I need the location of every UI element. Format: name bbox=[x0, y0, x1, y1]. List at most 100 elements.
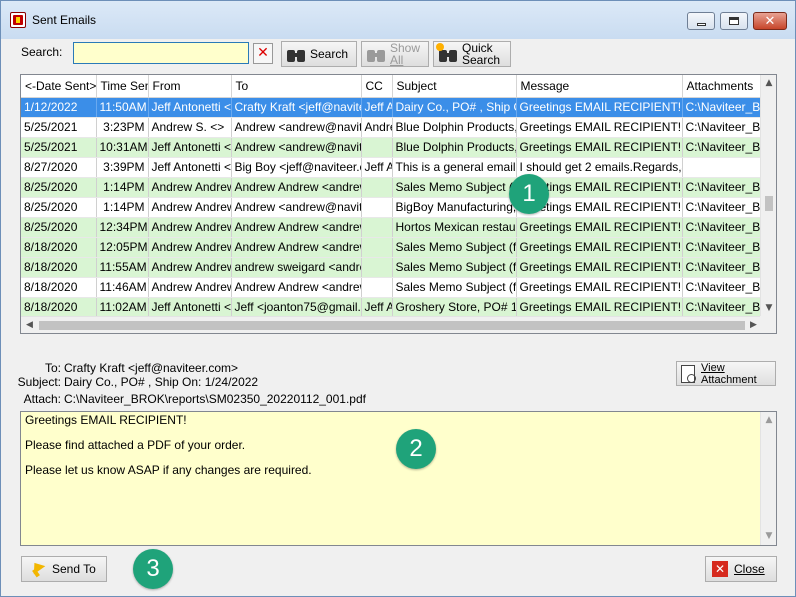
column-header[interactable]: <-Date Sent> bbox=[21, 75, 97, 98]
table-cell: 3:39PM bbox=[96, 157, 149, 178]
table-cell: Greetings EMAIL RECIPIENT!Please bbox=[516, 117, 683, 138]
table-cell: Andrew Andrew <andrew@ bbox=[231, 177, 362, 198]
table-cell: Andre bbox=[361, 117, 393, 138]
scroll-down-icon[interactable]: ▼ bbox=[761, 300, 776, 317]
table-cell: This is a general email bbox=[392, 157, 517, 178]
show-all-label: Show All bbox=[390, 41, 421, 67]
table-cell: Greetings EMAIL RECIPIENT!Please bbox=[516, 237, 683, 258]
column-header[interactable]: Attachments bbox=[682, 75, 764, 98]
table-cell: Greetings EMAIL RECIPIENT!Please bbox=[516, 97, 683, 118]
table-cell: Jeff Antonetti <su bbox=[148, 157, 232, 178]
table-row[interactable]: 1/12/2022 11:50AM Jeff Antonetti <> Crafty … bbox=[21, 97, 764, 118]
subject-label: Subject: bbox=[17, 375, 61, 389]
send-to-button[interactable]: Send To bbox=[21, 556, 107, 582]
window-close-button[interactable]: ✕ bbox=[753, 12, 787, 30]
close-x-icon: ✕ bbox=[712, 561, 728, 577]
table-cell: Greetings EMAIL RECIPIENT!Please bbox=[516, 257, 683, 278]
table-cell: Andrew Andrew < bbox=[148, 237, 232, 258]
table-cell: Crafty Kraft <jeff@naviteer.com> bbox=[231, 97, 362, 118]
table-cell: 8/25/2020 bbox=[21, 217, 97, 238]
column-header[interactable]: Time Sent bbox=[96, 75, 149, 98]
scroll-corner bbox=[760, 316, 776, 333]
view-attachment-button[interactable]: View Attachment bbox=[676, 361, 776, 386]
quick-search-label: Quick Search bbox=[462, 41, 501, 67]
sent-emails-grid[interactable]: <-Date Sent>Time SentFromToCCSubjectMess… bbox=[20, 74, 777, 334]
table-cell: Greetings EMAIL RECIPIENT!Please bbox=[516, 277, 683, 298]
table-cell: C:\Naviteer_BROK bbox=[682, 197, 764, 218]
table-cell: 8/25/2020 bbox=[21, 197, 97, 218]
send-to-label: Send To bbox=[52, 562, 96, 576]
to-value: Crafty Kraft <jeff@naviteer.com> bbox=[64, 361, 239, 375]
table-cell: Jeff A bbox=[361, 97, 393, 118]
scroll-down-icon[interactable]: ▼ bbox=[761, 528, 777, 545]
table-cell: Andrew Andrew <andrew@ bbox=[231, 237, 362, 258]
grid-vscroll-thumb[interactable] bbox=[765, 196, 773, 211]
table-cell bbox=[361, 237, 393, 258]
table-cell: 8/18/2020 bbox=[21, 257, 97, 278]
maximize-icon bbox=[729, 17, 739, 25]
scroll-left-icon[interactable]: ◀ bbox=[21, 317, 38, 333]
column-header[interactable]: To bbox=[231, 75, 362, 98]
attach-value: C:\Naviteer_BROK\reports\SM02350_2022011… bbox=[64, 392, 366, 406]
grid-hscroll-thumb[interactable] bbox=[39, 321, 745, 330]
message-body[interactable]: Greetings EMAIL RECIPIENT! Please find a… bbox=[20, 411, 777, 546]
message-line: Please let us know ASAP if any changes a… bbox=[25, 463, 312, 477]
search-input[interactable] bbox=[73, 42, 249, 64]
table-cell: 11:02AM bbox=[96, 297, 149, 318]
column-header[interactable]: Subject bbox=[392, 75, 517, 98]
callout-3: 3 bbox=[133, 549, 173, 589]
table-cell: Blue Dolphin Products, PO# bbox=[392, 137, 517, 158]
table-cell bbox=[361, 197, 393, 218]
quick-search-button[interactable]: Quick Search bbox=[433, 41, 511, 67]
table-cell: Andrew <andrew@naviteer.com> bbox=[231, 117, 362, 138]
table-cell: Andrew Andrew < bbox=[148, 257, 232, 278]
table-cell: Jeff Antonetti <su bbox=[148, 297, 232, 318]
binoculars-icon bbox=[286, 45, 306, 63]
table-cell: C:\Naviteer_BROK bbox=[682, 257, 764, 278]
table-row[interactable]: 5/25/2021 10:31AM Jeff Antonetti <> Andrew … bbox=[21, 137, 764, 158]
table-cell: Andrew S. <> bbox=[148, 117, 232, 138]
table-cell: 5/25/2021 bbox=[21, 137, 97, 158]
table-cell: 1:14PM bbox=[96, 177, 149, 198]
table-cell: Jeff A bbox=[361, 297, 393, 318]
close-button[interactable]: ✕ Close bbox=[705, 556, 777, 582]
maximize-button[interactable] bbox=[720, 12, 748, 30]
table-cell: 11:55AM bbox=[96, 257, 149, 278]
table-cell bbox=[361, 137, 393, 158]
table-row[interactable]: 8/25/202012:34PMAndrew Andrew <Andrew An… bbox=[21, 217, 764, 238]
grid-horizontal-scrollbar[interactable]: ◀ ▶ bbox=[21, 316, 762, 333]
table-cell: Greetings EMAIL RECIPIENT!Please bbox=[516, 217, 683, 238]
window-title: Sent Emails bbox=[32, 13, 97, 27]
table-row[interactable]: 5/25/2021 3:23PM Andrew S. <> Andrew <andre… bbox=[21, 117, 764, 138]
table-cell: Blue Dolphin Products, PO# bbox=[392, 117, 517, 138]
column-header[interactable]: From bbox=[148, 75, 232, 98]
scroll-up-icon[interactable]: ▲ bbox=[761, 75, 776, 92]
table-row[interactable]: 8/25/20201:14PMAndrew Andrew <Andrew <an… bbox=[21, 197, 764, 218]
clear-search-button[interactable]: ✕ bbox=[253, 43, 273, 64]
table-cell: C:\Naviteer_BROK bbox=[682, 137, 764, 158]
binoculars-spark-icon bbox=[436, 43, 458, 63]
message-scrollbar[interactable]: ▲ ▼ bbox=[760, 412, 776, 545]
table-cell: C:\Naviteer_BROK bbox=[682, 297, 764, 318]
table-cell: Andrew Andrew < bbox=[148, 197, 232, 218]
table-cell: Groshery Store, PO# 126 bbox=[392, 297, 517, 318]
table-cell: Sales Memo Subject (from bbox=[392, 257, 517, 278]
table-row[interactable]: 8/18/202011:02AMJeff Antonetti <suJeff <… bbox=[21, 297, 764, 318]
table-cell: Dairy Co., PO# , Ship On: 1/24/2022 bbox=[392, 97, 517, 118]
search-button[interactable]: Search bbox=[281, 41, 357, 67]
show-all-button[interactable]: Show All bbox=[361, 41, 429, 67]
table-row[interactable]: 8/27/20203:39PMJeff Antonetti <suBig Boy… bbox=[21, 157, 764, 178]
grid-vertical-scrollbar[interactable]: ▲ ▼ bbox=[760, 75, 776, 317]
table-row[interactable]: 8/18/202011:55AMAndrew Andrew <andrew sw… bbox=[21, 257, 764, 278]
table-row[interactable]: 8/18/202011:46AMAndrew Andrew <Andrew An… bbox=[21, 277, 764, 298]
column-header[interactable]: Message bbox=[516, 75, 683, 98]
table-row[interactable]: 8/18/202012:05PMAndrew Andrew <Andrew An… bbox=[21, 237, 764, 258]
table-row[interactable]: 8/25/20201:14PMAndrew Andrew <Andrew And… bbox=[21, 177, 764, 198]
minimize-button[interactable] bbox=[687, 12, 715, 30]
scroll-up-icon[interactable]: ▲ bbox=[761, 412, 777, 429]
table-cell: Greetings EMAIL RECIPIENT!Please bbox=[516, 297, 683, 318]
callout-2: 2 bbox=[396, 429, 436, 469]
email-table: <-Date Sent>Time SentFromToCCSubjectMess… bbox=[21, 75, 764, 318]
table-cell: C:\Naviteer_BROK bbox=[682, 117, 764, 138]
column-header[interactable]: CC bbox=[361, 75, 393, 98]
